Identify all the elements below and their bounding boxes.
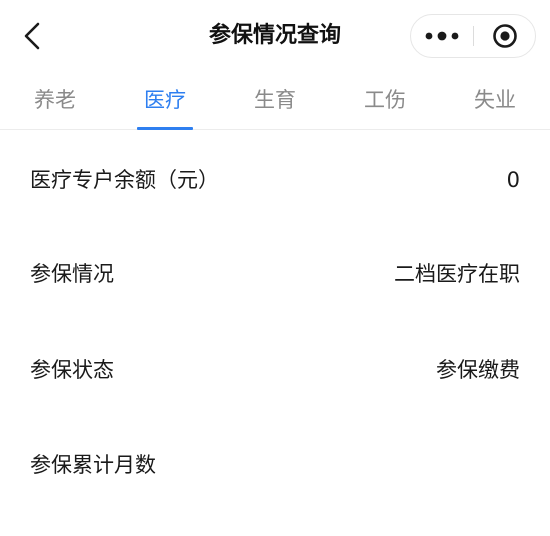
more-button[interactable] [411, 15, 473, 57]
tab-maternity[interactable]: 生育 [225, 72, 325, 129]
insurance-type-tabs: 养老 医疗 生育 工伤 失业 [0, 72, 550, 130]
row-value: 参保缴费 [436, 358, 520, 382]
tab-medical[interactable]: 医疗 [115, 72, 215, 129]
more-dots-icon [425, 31, 459, 41]
row-value: 二档医疗在职 [394, 262, 520, 286]
close-button[interactable] [474, 15, 536, 57]
navigation-bar: 参保情况查询 [0, 0, 550, 72]
row-label: 参保累计月数 [30, 453, 156, 477]
row-label: 参保情况 [30, 262, 114, 286]
tab-unemployment[interactable]: 失业 [445, 72, 545, 129]
back-button[interactable] [14, 16, 50, 56]
row-value: 0 [506, 168, 520, 192]
row-label: 医疗专户余额（元） [30, 168, 219, 192]
row-label: 参保状态 [30, 358, 114, 382]
tab-pension[interactable]: 养老 [5, 72, 105, 129]
tab-work-injury[interactable]: 工伤 [335, 72, 435, 129]
info-row-medical-balance: 医疗专户余额（元） 0 [0, 150, 550, 210]
active-tab-indicator [137, 127, 193, 130]
info-row-cumulative-months: 参保累计月数 [0, 435, 550, 495]
info-row-insurance-state: 参保状态 参保缴费 [0, 340, 550, 400]
info-row-insurance-status-detail: 参保情况 二档医疗在职 [0, 244, 550, 304]
target-close-icon [493, 24, 517, 48]
chevron-left-icon [24, 22, 40, 50]
page: 参保情况查询 养老 医疗 生育 工伤 失业 医疗专户余额（元） 0 参保情况 二… [0, 0, 550, 536]
mini-program-capsule [410, 14, 536, 58]
